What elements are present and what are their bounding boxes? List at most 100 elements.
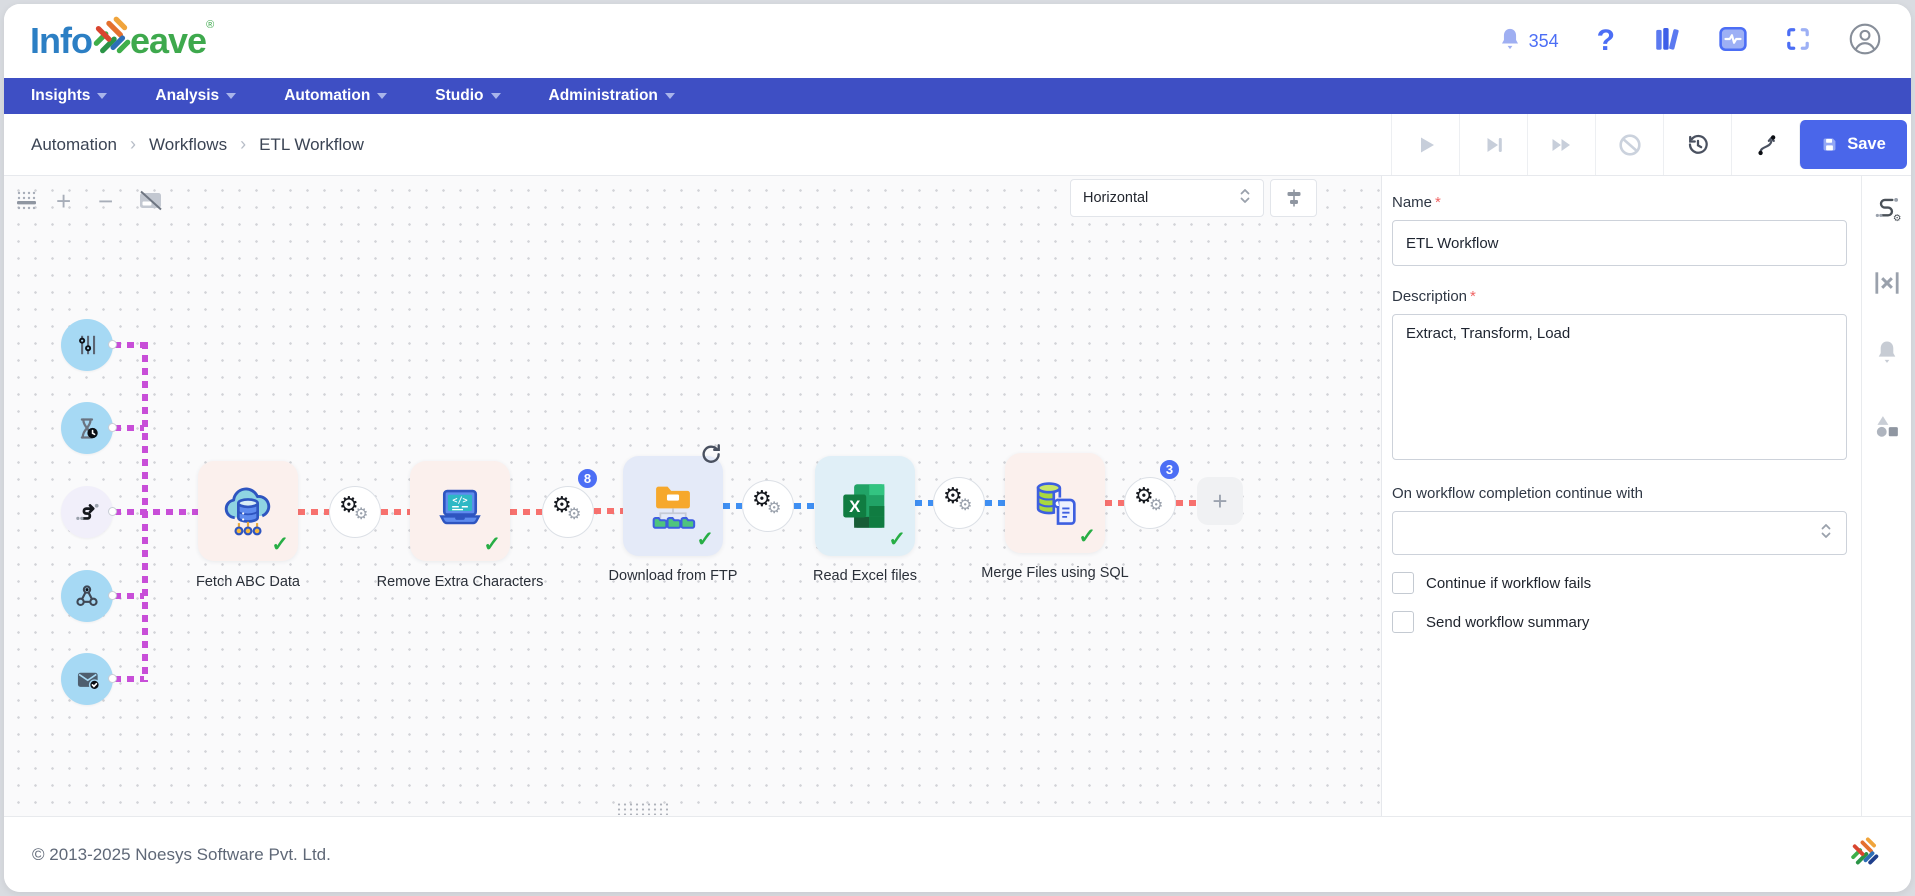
iteration-count-badge: 8 [576, 467, 599, 490]
fullscreen-button[interactable] [1785, 26, 1811, 57]
completion-label: On workflow completion continue with [1392, 485, 1847, 502]
success-check-icon: ✓ [888, 527, 906, 552]
logo-text-info: Info [30, 17, 92, 65]
send-summary-checkbox[interactable] [1392, 611, 1414, 633]
snap-grid-button[interactable] [16, 190, 40, 217]
connector-settings-4[interactable]: ⚙⚙ [933, 477, 985, 529]
notifications-tab[interactable] [1873, 338, 1901, 371]
nav-item-insights[interactable]: Insights [31, 87, 107, 105]
share-nodes-icon [73, 582, 101, 610]
trigger-node-email[interactable] [61, 653, 113, 705]
node-label: Read Excel files [755, 568, 975, 584]
header-icons: 354 ? [1497, 23, 1881, 60]
activity-monitor-button[interactable] [1719, 26, 1747, 57]
gear-icon: ⚙ [567, 504, 581, 524]
sliders-icon [1284, 188, 1304, 208]
workflow-name-input[interactable] [1392, 220, 1847, 266]
trigger-node-webhook[interactable] [61, 570, 113, 622]
canvas-resize-handle[interactable] [616, 802, 668, 815]
svg-text:</>: </> [452, 495, 467, 505]
workflow-settings-tab[interactable]: ⚙ [1872, 194, 1902, 229]
gear-icon: ⚙ [354, 504, 368, 524]
registered-mark: ® [206, 19, 214, 31]
workflow-versions-button[interactable] [1731, 114, 1799, 175]
connector-settings-5[interactable]: ⚙⚙ [1124, 477, 1176, 529]
workflow-description-input[interactable]: Extract, Transform, Load [1392, 314, 1847, 460]
app-frame: Info eave ® [4, 4, 1911, 892]
success-check-icon: ✓ [271, 532, 289, 557]
weave-footer-icon [1847, 837, 1881, 873]
main-nav: Insights Analysis Automation Studio Admi… [4, 78, 1911, 114]
add-node-button[interactable]: + [1197, 477, 1243, 525]
workflow-node-merge-files-using-sql[interactable]: ✓ [1005, 453, 1105, 553]
connection-handle [108, 674, 117, 683]
run-history-button[interactable] [1663, 114, 1731, 175]
main-content: + − Horizontal [4, 176, 1911, 816]
auto-layout-button[interactable] [1270, 179, 1317, 217]
logo-text-eave: eave [130, 17, 206, 65]
workflow-node-fetch-abc-data[interactable]: ✓ [198, 461, 298, 561]
play-icon [1414, 133, 1438, 157]
stop-workflow-button[interactable] [1595, 114, 1663, 175]
workflow-canvas[interactable]: + − Horizontal [4, 176, 1381, 816]
bell-icon [1873, 338, 1901, 366]
shapes-icon [1873, 412, 1901, 440]
trigger-node-filter[interactable] [61, 319, 113, 371]
close-between-bars-icon [1872, 268, 1902, 298]
trigger-connection-line [114, 593, 144, 599]
ban-icon [1617, 132, 1643, 158]
filter-sliders-icon [74, 332, 100, 358]
library-button[interactable] [1653, 26, 1681, 57]
run-step-button[interactable] [1459, 114, 1527, 175]
run-all-button[interactable] [1527, 114, 1595, 175]
zoom-in-button[interactable]: + [56, 188, 71, 214]
rerun-refresh-icon [698, 442, 723, 472]
trigger-node-workflow[interactable] [61, 486, 113, 538]
trigger-node-schedule[interactable] [61, 402, 113, 454]
name-label: Name* [1392, 194, 1847, 211]
profile-button[interactable] [1849, 23, 1881, 60]
nav-item-automation[interactable]: Automation [284, 87, 387, 105]
connector-settings-2[interactable]: ⚙⚙ [542, 486, 594, 538]
breadcrumb-separator: › [130, 134, 136, 155]
continue-if-fails-label: Continue if workflow fails [1426, 575, 1591, 592]
run-workflow-button[interactable] [1391, 114, 1459, 175]
nav-item-studio[interactable]: Studio [435, 87, 500, 105]
nav-item-analysis[interactable]: Analysis [155, 87, 236, 105]
workflow-node-remove-extra-characters[interactable]: </> ✓ [410, 461, 510, 561]
history-icon [1685, 132, 1711, 158]
svg-text:⚙: ⚙ [1892, 213, 1901, 224]
workflow-properties-panel: Name* Description* Extract, Transform, L… [1381, 176, 1861, 816]
breadcrumb-automation[interactable]: Automation [31, 135, 117, 155]
help-button[interactable]: ? [1597, 26, 1615, 56]
connector-settings-3[interactable]: ⚙⚙ [742, 480, 794, 532]
breadcrumb-workflows[interactable]: Workflows [149, 135, 227, 155]
zoom-out-button[interactable]: − [98, 188, 113, 214]
connection-line [510, 509, 542, 515]
notifications-button[interactable]: 354 [1497, 26, 1559, 57]
workflow-toolbar: Save [1391, 114, 1911, 175]
send-summary-row: Send workflow summary [1392, 611, 1847, 633]
connector-settings-1[interactable]: ⚙⚙ [329, 486, 381, 538]
workflow-node-read-excel-files[interactable]: X ✓ [815, 456, 915, 556]
widgets-tab[interactable] [1873, 412, 1901, 445]
infoveave-logo[interactable]: Info eave ® [30, 17, 214, 66]
orientation-select[interactable]: Horizontal [1070, 179, 1264, 217]
continue-if-fails-checkbox[interactable] [1392, 572, 1414, 594]
connection-line [298, 509, 329, 515]
minimap-toggle-button[interactable] [138, 189, 164, 218]
send-summary-label: Send workflow summary [1426, 614, 1589, 631]
close-panel-tab[interactable] [1872, 268, 1902, 303]
connection-line [723, 503, 742, 509]
completion-workflow-select[interactable] [1392, 511, 1847, 555]
ftp-folders-icon [644, 477, 702, 535]
nav-item-administration[interactable]: Administration [549, 87, 675, 105]
trigger-connection-line [114, 676, 144, 682]
success-check-icon: ✓ [1078, 524, 1096, 549]
node-label: Fetch ABC Data [138, 574, 358, 590]
workflow-gear-icon: ⚙ [1872, 194, 1902, 224]
save-button[interactable]: Save [1799, 120, 1907, 169]
success-check-icon: ✓ [483, 532, 501, 557]
app-footer: © 2013-2025 Noesys Software Pvt. Ltd. [4, 816, 1911, 892]
description-label: Description* [1392, 288, 1847, 305]
